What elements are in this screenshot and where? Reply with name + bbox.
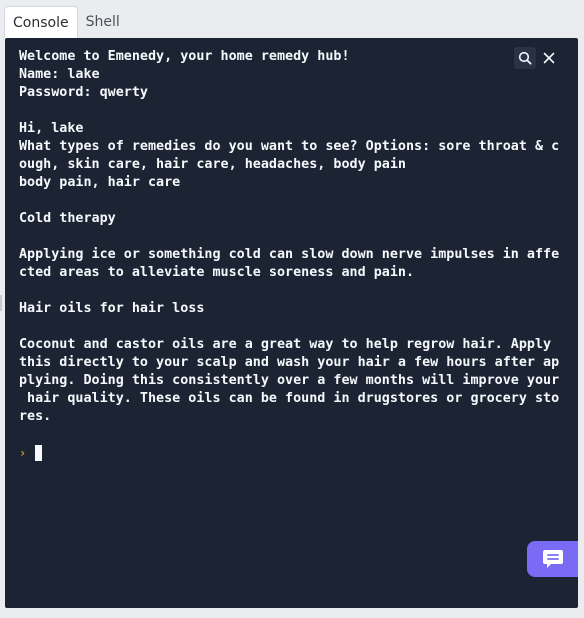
console-line: Hi, lake xyxy=(19,121,84,136)
console-line: Name: lake xyxy=(19,67,100,82)
console-toolbar xyxy=(514,47,560,69)
console-line: hair quality. These oils can be found in… xyxy=(19,391,560,406)
console-line: Coconut and castor oils are a great way … xyxy=(19,337,552,352)
prompt-chevron-icon: › xyxy=(19,446,27,460)
tab-shell-label: Shell xyxy=(85,14,120,30)
clear-console-button[interactable] xyxy=(538,47,560,69)
tab-console-label: Console xyxy=(13,14,69,31)
text-cursor xyxy=(35,445,42,461)
tab-shell[interactable]: Shell xyxy=(78,6,128,38)
console-line: body pain, hair care xyxy=(19,175,181,190)
console-line: ough, skin care, hair care, headaches, b… xyxy=(19,157,406,172)
console-line: What types of remedies do you want to se… xyxy=(19,139,560,154)
console-line: Applying ice or something cold can slow … xyxy=(19,247,560,262)
console-line: this directly to your scalp and wash you… xyxy=(19,355,560,370)
console-line: Hair oils for hair loss xyxy=(19,301,205,316)
repl-console-pane: Console Shell Welcome to Emenedy, your h… xyxy=(0,0,584,618)
console-output: Welcome to Emenedy, your home remedy hub… xyxy=(19,48,559,426)
chat-bubble-icon xyxy=(542,550,563,568)
console-output-area[interactable]: Welcome to Emenedy, your home remedy hub… xyxy=(5,38,578,608)
chat-button[interactable] xyxy=(527,541,578,577)
search-icon xyxy=(518,51,532,65)
console-line: Password: qwerty xyxy=(19,85,148,100)
console-line: res. xyxy=(19,409,52,424)
console-line: plying. Doing this consistently over a f… xyxy=(19,373,560,388)
console-line: Welcome to Emenedy, your home remedy hub… xyxy=(19,49,350,64)
console-input-row[interactable]: › xyxy=(19,444,42,462)
close-icon xyxy=(543,52,555,64)
pane-resize-handle[interactable] xyxy=(0,295,2,311)
console-line: cted areas to alleviate muscle soreness … xyxy=(19,265,415,280)
tab-bar: Console Shell xyxy=(4,6,128,38)
search-button[interactable] xyxy=(514,47,536,69)
tab-console[interactable]: Console xyxy=(4,6,78,38)
console-line: Cold therapy xyxy=(19,211,116,226)
